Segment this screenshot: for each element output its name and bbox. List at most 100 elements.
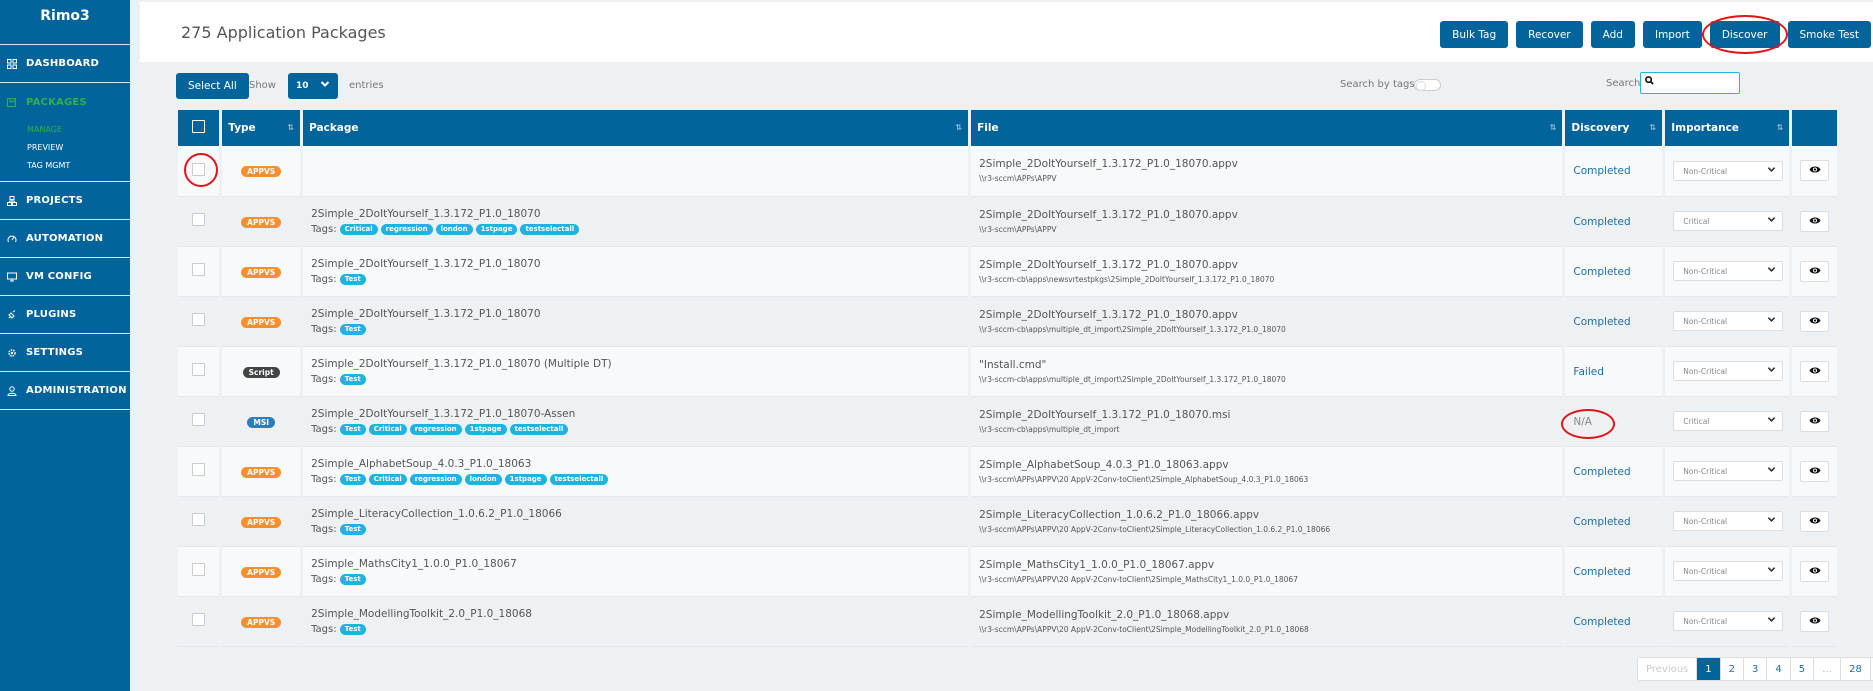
importance-select[interactable]: Non-Critical: [1673, 611, 1784, 631]
row-checkbox[interactable]: [192, 363, 206, 376]
row-checkbox[interactable]: [192, 413, 206, 426]
tag-chip[interactable]: Critical: [368, 423, 407, 435]
sidebar-item-dashboard[interactable]: DASHBOARD: [0, 45, 130, 83]
sidebar-item-plugins[interactable]: PLUGINS: [0, 296, 130, 334]
row-checkbox[interactable]: [192, 213, 206, 226]
tag-chip[interactable]: Test: [339, 423, 366, 435]
entries-per-page-select[interactable]: 10: [288, 73, 338, 99]
sidebar-item-settings[interactable]: SETTINGS: [0, 334, 130, 372]
search-by-tags-toggle[interactable]: [1414, 79, 1441, 91]
select-all-button[interactable]: Select All: [176, 73, 249, 99]
tag-chip[interactable]: Critical: [368, 473, 407, 485]
smoke-test-button[interactable]: Smoke Test: [1787, 21, 1871, 48]
view-button[interactable]: [1800, 560, 1830, 582]
discovery-status[interactable]: Completed: [1573, 466, 1630, 478]
view-button[interactable]: [1800, 410, 1830, 432]
search-input[interactable]: [1640, 72, 1740, 94]
discovery-status[interactable]: Completed: [1573, 216, 1630, 228]
row-checkbox[interactable]: [192, 463, 206, 476]
sidebar-item-projects[interactable]: PROJECTS: [0, 182, 130, 220]
importance-select[interactable]: Non-Critical: [1673, 261, 1784, 281]
package-name[interactable]: 2Simple_ModellingToolkit_2.0_P1.0_18068: [311, 608, 960, 620]
importance-select[interactable]: Critical: [1673, 411, 1784, 431]
package-name[interactable]: 2Simple_2DoItYourself_1.3.172_P1.0_18070…: [311, 358, 960, 370]
column-header-discovery[interactable]: Discovery ⇅: [1563, 110, 1666, 146]
add-button[interactable]: Add: [1590, 21, 1635, 48]
brand-logo[interactable]: Rimo3: [0, 0, 130, 45]
row-checkbox[interactable]: [192, 563, 206, 576]
tag-chip[interactable]: testselectall: [549, 473, 609, 485]
tag-chip[interactable]: Critical: [339, 223, 378, 235]
package-name[interactable]: 2Simple_LiteracyCollection_1.0.6.2_P1.0_…: [311, 508, 960, 520]
column-header-type[interactable]: Type ⇅: [220, 110, 304, 146]
tag-chip[interactable]: london: [435, 223, 473, 235]
tag-chip[interactable]: regression: [409, 423, 462, 435]
package-name[interactable]: 2Simple_2DoItYourself_1.3.172_P1.0_18070: [311, 208, 960, 220]
tag-chip[interactable]: Test: [339, 323, 366, 335]
column-header-package[interactable]: Package ⇅: [301, 110, 972, 146]
row-checkbox[interactable]: [192, 313, 206, 326]
tag-chip[interactable]: Test: [339, 373, 366, 385]
discovery-status[interactable]: Failed: [1573, 366, 1603, 378]
sidebar-subitem-preview[interactable]: PREVIEW: [0, 139, 130, 157]
importance-select[interactable]: Critical: [1673, 211, 1784, 231]
view-button[interactable]: [1800, 460, 1830, 482]
view-button[interactable]: [1800, 210, 1830, 232]
tag-chip[interactable]: Test: [339, 523, 366, 535]
package-name[interactable]: 2Simple_MathsCity1_1.0.0_P1.0_18067: [311, 558, 960, 570]
tag-chip[interactable]: Test: [339, 273, 366, 285]
sidebar-item-automation[interactable]: AUTOMATION: [0, 220, 130, 258]
pagination-page-2[interactable]: 2: [1721, 658, 1745, 680]
tag-chip[interactable]: 1stpage: [464, 423, 507, 435]
tag-chip[interactable]: regression: [380, 223, 433, 235]
row-checkbox[interactable]: [192, 162, 206, 176]
view-button[interactable]: [1800, 160, 1830, 182]
header-select-checkbox-cell[interactable]: [178, 110, 223, 146]
discovery-status[interactable]: Completed: [1573, 516, 1630, 528]
sidebar-item-vm-config[interactable]: VM CONFIG: [0, 258, 130, 296]
importance-select[interactable]: Non-Critical: [1673, 461, 1784, 481]
sidebar-item-administration[interactable]: ADMINISTRATION: [0, 372, 130, 410]
pagination-page-5[interactable]: 5: [1791, 658, 1815, 680]
tag-chip[interactable]: london: [464, 473, 502, 485]
import-button[interactable]: Import: [1642, 21, 1702, 48]
discovery-status[interactable]: Completed: [1573, 165, 1630, 177]
row-checkbox[interactable]: [192, 263, 206, 276]
sidebar-subitem-manage[interactable]: MANAGE: [0, 121, 130, 139]
package-name[interactable]: 2Simple_2DoItYourself_1.3.172_P1.0_18070…: [311, 408, 960, 420]
importance-select[interactable]: Non-Critical: [1673, 160, 1784, 181]
importance-select[interactable]: Non-Critical: [1673, 561, 1784, 581]
tag-chip[interactable]: testselectall: [520, 223, 580, 235]
view-button[interactable]: [1800, 510, 1830, 532]
pagination-page-28[interactable]: 28: [1841, 658, 1871, 680]
view-button[interactable]: [1800, 610, 1830, 632]
sidebar-item-packages[interactable]: PACKAGES: [0, 83, 130, 121]
tag-chip[interactable]: Test: [339, 623, 366, 635]
row-checkbox[interactable]: [192, 613, 206, 626]
pagination-page-4[interactable]: 4: [1767, 658, 1791, 680]
tag-chip[interactable]: Test: [339, 473, 366, 485]
importance-select[interactable]: Non-Critical: [1673, 361, 1784, 381]
importance-select[interactable]: Non-Critical: [1673, 511, 1784, 531]
tag-chip[interactable]: 1stpage: [475, 223, 518, 235]
select-all-checkbox[interactable]: [192, 120, 206, 133]
importance-select[interactable]: Non-Critical: [1673, 311, 1784, 331]
discover-button[interactable]: Discover: [1701, 15, 1788, 54]
tag-chip[interactable]: regression: [409, 473, 462, 485]
pagination-previous[interactable]: Previous: [1638, 658, 1698, 680]
tag-chip[interactable]: 1stpage: [504, 473, 547, 485]
sidebar-subitem-tag-mgmt[interactable]: TAG MGMT: [0, 157, 130, 175]
discovery-status[interactable]: N/A: [1561, 408, 1615, 439]
discovery-status[interactable]: Completed: [1573, 616, 1630, 628]
pagination-page-3[interactable]: 3: [1744, 658, 1768, 680]
row-checkbox[interactable]: [192, 513, 206, 526]
column-header-file[interactable]: File ⇅: [969, 110, 1566, 146]
view-button[interactable]: [1800, 310, 1830, 332]
bulk-tag-button[interactable]: Bulk Tag: [1440, 21, 1509, 48]
column-header-importance[interactable]: Importance ⇅: [1663, 110, 1793, 146]
discovery-status[interactable]: Completed: [1573, 266, 1630, 278]
pagination-page-1[interactable]: 1: [1697, 658, 1721, 680]
package-name[interactable]: 2Simple_2DoItYourself_1.3.172_P1.0_18070: [311, 308, 960, 320]
discovery-status[interactable]: Completed: [1573, 566, 1630, 578]
package-name[interactable]: 2Simple_AlphabetSoup_4.0.3_P1.0_18063: [311, 458, 960, 470]
